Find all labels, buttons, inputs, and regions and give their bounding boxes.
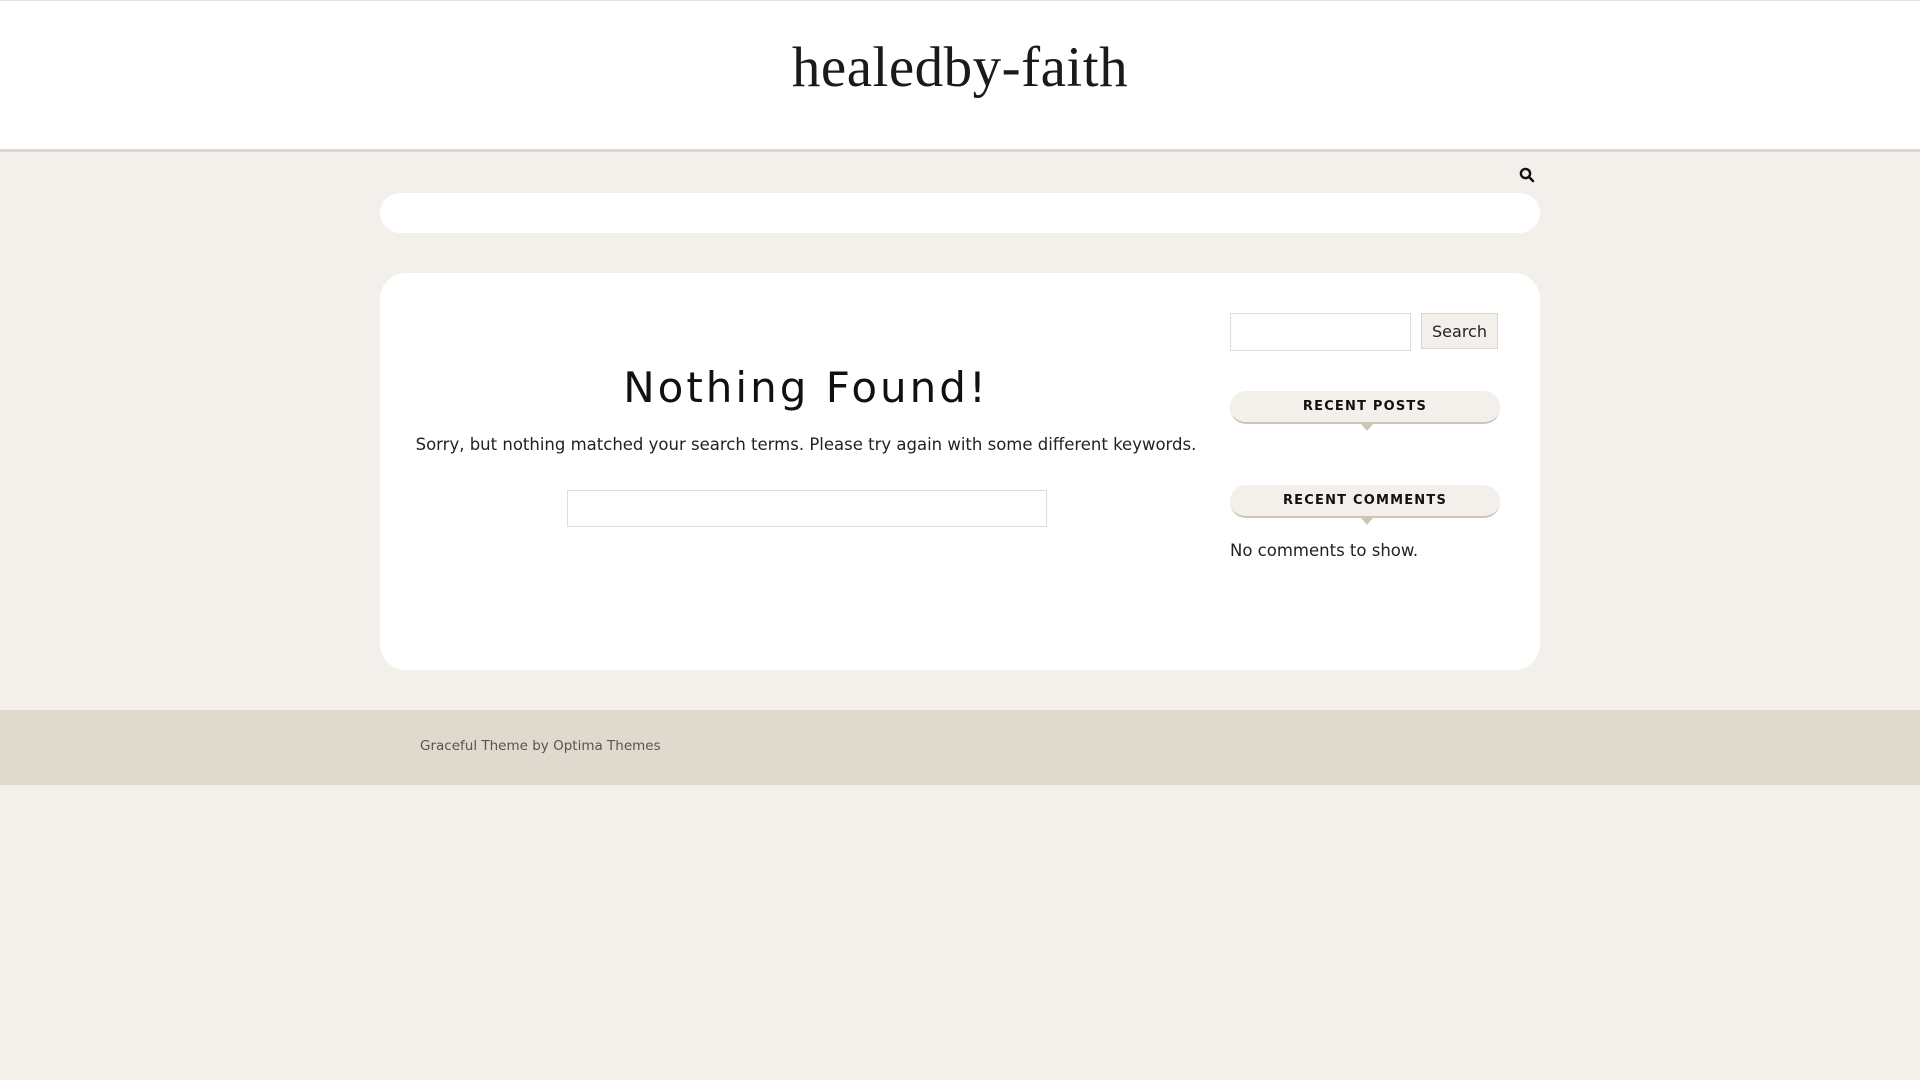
widget-pointer: [1361, 518, 1373, 525]
site-footer: [0, 710, 1920, 785]
widget-pointer: [1361, 424, 1373, 431]
recent-posts-title-text: RECENT POSTS: [1302, 399, 1428, 414]
sidebar-search-input[interactable]: [1230, 313, 1411, 351]
no-comments-text: No comments to show.: [1230, 541, 1419, 560]
recent-comments-title-text: RECENT COMMENTS: [1282, 493, 1448, 508]
recent-comments-widget-title: RECENT COMMENTS: [1230, 485, 1500, 525]
no-results-message: Sorry, but nothing matched your search t…: [415, 435, 1197, 454]
search-input[interactable]: [567, 490, 1047, 527]
footer-credit: Graceful Theme by Optima Themes: [420, 738, 661, 754]
footer-by-text: by: [532, 738, 549, 754]
site-header: healedby-faith: [0, 0, 1920, 152]
search-toggle-button[interactable]: [1518, 166, 1536, 184]
recent-posts-widget-title: RECENT POSTS: [1230, 391, 1500, 431]
theme-link[interactable]: Graceful Theme: [420, 738, 528, 754]
site-title[interactable]: healedby-faith: [0, 35, 1920, 100]
page-title: Nothing Found!: [623, 363, 989, 412]
author-link[interactable]: Optima Themes: [553, 738, 661, 754]
navigation-bar: [380, 193, 1540, 233]
sidebar-search-button[interactable]: Search: [1421, 313, 1498, 349]
search-icon: [1519, 167, 1535, 183]
